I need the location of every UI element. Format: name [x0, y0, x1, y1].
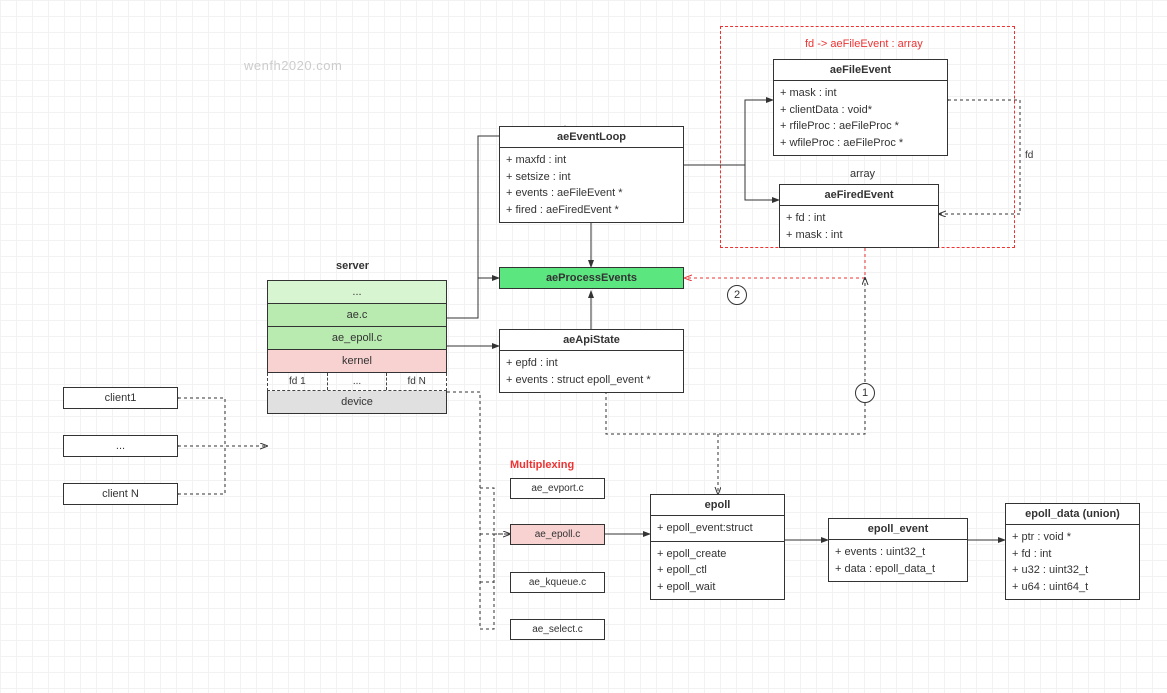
stack-row: kernel — [267, 350, 447, 373]
node-row: + wfileProc : aeFileProc * — [780, 135, 941, 152]
client-box: client N — [63, 483, 178, 505]
fd-cell: ... — [328, 373, 388, 390]
aeEventLoop-node: aeEventLoop + maxfd : int + setsize : in… — [499, 126, 684, 223]
node-row: + fd : int — [1012, 546, 1133, 563]
node-row: + clientData : void* — [780, 102, 941, 119]
multiplexing-title: Multiplexing — [510, 459, 574, 471]
fd-cell: fd N — [387, 373, 446, 390]
node-title: epoll_event — [829, 519, 967, 540]
node-title: epoll_data (union) — [1006, 504, 1139, 525]
stack-row: ae.c — [267, 304, 447, 327]
node-row: + ptr : void * — [1012, 529, 1133, 546]
mux-item: ae_kqueue.c — [510, 572, 605, 593]
node-title: epoll — [651, 495, 784, 516]
node-row: + mask : int — [780, 85, 941, 102]
node-title: aeApiState — [500, 330, 683, 351]
server-stack: ... ae.c ae_epoll.c kernel fd 1 ... fd N… — [267, 280, 447, 414]
array-label: array — [850, 168, 875, 180]
aeProcessEvents-node: aeProcessEvents — [499, 267, 684, 289]
node-title: aeFiredEvent — [780, 185, 938, 206]
node-row: + epfd : int — [506, 355, 677, 372]
node-title: aeFileEvent — [774, 60, 947, 81]
node-row: + epoll_create — [657, 546, 778, 563]
watermark: wenfh2020.com — [244, 58, 342, 73]
aeApiState-node: aeApiState + epfd : int + events : struc… — [499, 329, 684, 393]
node-body: + epoll_create + epoll_ctl + epoll_wait — [651, 542, 784, 600]
node-row: + events : aeFileEvent * — [506, 185, 677, 202]
epoll_event-node: epoll_event + events : uint32_t + data :… — [828, 518, 968, 582]
node-row: + maxfd : int — [506, 152, 677, 169]
node-body: + ptr : void * + fd : int + u32 : uint32… — [1006, 525, 1139, 599]
node-row: + fired : aeFiredEvent * — [506, 202, 677, 219]
aeFileEvent-node: aeFileEvent + mask : int + clientData : … — [773, 59, 948, 156]
client-box: client1 — [63, 387, 178, 409]
fd-row: fd 1 ... fd N — [267, 373, 447, 391]
node-body: + fd : int + mask : int — [780, 206, 938, 247]
node-body: + events : uint32_t + data : epoll_data_… — [829, 540, 967, 581]
epoll_data-node: epoll_data (union) + ptr : void * + fd :… — [1005, 503, 1140, 600]
mux-item: ae_select.c — [510, 619, 605, 640]
node-body: + maxfd : int + setsize : int + events :… — [500, 148, 683, 222]
node-body: + mask : int + clientData : void* + rfil… — [774, 81, 947, 155]
node-row: + events : struct epoll_event * — [506, 372, 677, 389]
badge-1: 1 — [855, 383, 875, 403]
node-row: + rfileProc : aeFileProc * — [780, 118, 941, 135]
node-row: + epoll_wait — [657, 579, 778, 596]
epoll-node: epoll + epoll_event:struct + epoll_creat… — [650, 494, 785, 600]
node-row: + epoll_event:struct — [657, 520, 778, 537]
node-row: + events : uint32_t — [835, 544, 961, 561]
fd-cell: fd 1 — [268, 373, 328, 390]
device-row: device — [267, 391, 447, 414]
stack-row: ... — [267, 280, 447, 304]
node-row: + setsize : int — [506, 169, 677, 186]
node-row: + data : epoll_data_t — [835, 561, 961, 578]
stack-row: ae_epoll.c — [267, 327, 447, 350]
node-row: + fd : int — [786, 210, 932, 227]
node-body: + epfd : int + events : struct epoll_eve… — [500, 351, 683, 392]
node-row: + epoll_ctl — [657, 562, 778, 579]
client-box: ... — [63, 435, 178, 457]
node-row: + mask : int — [786, 227, 932, 244]
node-body: + epoll_event:struct — [651, 516, 784, 542]
server-title: server — [336, 260, 369, 272]
node-title: aeEventLoop — [500, 127, 683, 148]
node-row: + u64 : uint64_t — [1012, 579, 1133, 596]
mux-item: ae_epoll.c — [510, 524, 605, 545]
badge-2: 2 — [727, 285, 747, 305]
aeFiredEvent-node: aeFiredEvent + fd : int + mask : int — [779, 184, 939, 248]
mux-item: ae_evport.c — [510, 478, 605, 499]
red-group-label: fd -> aeFileEvent : array — [805, 38, 923, 50]
fd-label: fd — [1025, 150, 1033, 161]
node-row: + u32 : uint32_t — [1012, 562, 1133, 579]
